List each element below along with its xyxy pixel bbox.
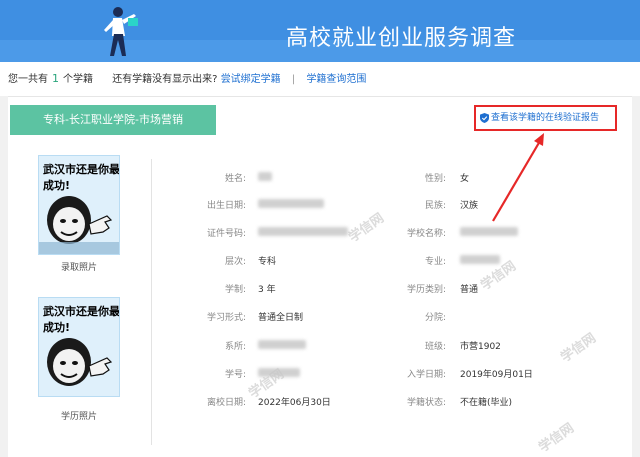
field-label-gender: 性别:	[424, 174, 446, 184]
runner-figure-icon	[104, 7, 138, 56]
field-value-ethnicity: 汉族	[460, 201, 479, 211]
birthdate-redacted	[258, 199, 324, 208]
id-number-redacted	[258, 227, 348, 236]
major-redacted	[460, 255, 500, 264]
header-banner: 高校就业创业服务调查	[0, 0, 640, 62]
record-tab[interactable]: 专科-长江职业学院-市场营销	[10, 105, 216, 135]
field-label-status: 学籍状态:	[406, 398, 446, 408]
page-title: 高校就业创业服务调查	[286, 26, 517, 51]
student-number-redacted	[258, 368, 300, 377]
watermark: 学信网	[536, 420, 577, 456]
count-prefix: 您一共有	[8, 74, 48, 85]
meme-text: 武汉市还是你最成功!	[43, 163, 120, 192]
field-label-leave-date: 离校日期:	[206, 398, 246, 408]
field-value-gender: 女	[460, 174, 470, 184]
meme-text: 武汉市还是你最成功!	[43, 305, 120, 334]
field-value-study-mode: 普通全日制	[258, 313, 304, 323]
field-label-birthdate: 出生日期:	[206, 201, 246, 211]
verify-report-button[interactable]: 查看该学籍的在线验证报告	[474, 105, 617, 131]
meme-face-icon	[47, 338, 113, 386]
field-value-leave-date: 2022年06月30日	[258, 398, 331, 408]
query-scope-link[interactable]: 学籍查询范围	[306, 74, 366, 85]
field-label-class: 班级:	[424, 342, 446, 352]
name-redacted	[258, 172, 272, 181]
field-label-school-name: 学校名称:	[406, 229, 446, 239]
name-redaction	[39, 242, 119, 254]
field-label-study-mode: 学习形式:	[206, 313, 246, 323]
watermark: 学信网	[558, 330, 599, 366]
field-value-enroll-date: 2019年09月01日	[460, 370, 533, 380]
meme-face-icon	[47, 196, 113, 244]
divider	[151, 159, 152, 445]
field-label-ethnicity: 民族:	[424, 201, 446, 211]
field-value-status: 不在籍(毕业)	[460, 398, 513, 408]
field-label-branch: 分院:	[424, 313, 446, 323]
field-label-name: 姓名:	[224, 174, 246, 184]
info-bar: 您一共有 1 个学籍 还有学籍没有显示出来? 尝试绑定学籍 | 学籍查询范围	[0, 62, 640, 96]
separator: |	[291, 74, 296, 85]
school-name-redacted	[460, 227, 518, 236]
field-value-class: 市营1902	[460, 342, 501, 352]
missing-question: 还有学籍没有显示出来?	[112, 74, 218, 85]
count-suffix: 个学籍	[63, 74, 93, 85]
field-label-duration: 学制:	[224, 285, 246, 295]
bind-record-link[interactable]: 尝试绑定学籍	[221, 74, 281, 85]
verify-report-label: 查看该学籍的在线验证报告	[491, 113, 600, 123]
watermark: 学信网	[346, 210, 387, 246]
admission-photo-caption: 录取照片	[60, 263, 97, 273]
field-label-enroll-date: 入学日期:	[406, 370, 446, 380]
field-label-level: 层次:	[224, 257, 246, 267]
record-panel: 专科-长江职业学院-市场营销 查看该学籍的在线验证报告 武汉市还是你最成功! 录…	[8, 96, 632, 457]
degree-photo-caption: 学历照片	[60, 412, 97, 422]
field-label-education-type: 学历类别:	[406, 285, 446, 295]
field-label-student-number: 学号:	[224, 370, 246, 380]
field-label-major: 专业:	[424, 257, 446, 267]
record-count: 1	[52, 72, 59, 85]
degree-photo: 武汉市还是你最成功!	[38, 297, 120, 397]
field-value-duration: 3 年	[258, 285, 276, 295]
shield-check-icon	[480, 112, 489, 123]
admission-photo: 武汉市还是你最成功!	[38, 155, 120, 255]
field-value-education-type: 普通	[460, 285, 479, 295]
department-redacted	[258, 340, 306, 349]
field-label-id-number: 证件号码:	[206, 229, 246, 239]
field-value-level: 专科	[258, 257, 277, 267]
field-label-department: 系所:	[224, 342, 246, 352]
